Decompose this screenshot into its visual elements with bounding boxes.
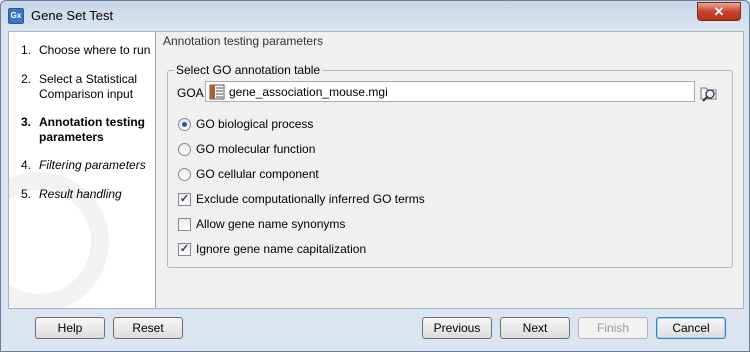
step-number: 4.: [21, 158, 32, 172]
step-1: 1. Choose where to run: [21, 43, 151, 58]
window-title: Gene Set Test: [31, 8, 114, 23]
next-button[interactable]: Next: [500, 317, 570, 339]
dialog-window: Gx Gene Set Test ✕ 1. Choose where to ru…: [0, 0, 750, 352]
step-number: 1.: [21, 43, 32, 57]
checkbox-label: Allow gene name synonyms: [196, 217, 346, 231]
radio-button[interactable]: [178, 142, 191, 156]
previous-button[interactable]: Previous: [422, 317, 492, 339]
annotation-table-icon: [209, 84, 225, 99]
radio-label: GO cellular component: [196, 167, 319, 181]
step-label: Choose where to run: [39, 43, 151, 57]
go-annotation-group: Select GO annotation table GOA gene_asso…: [167, 63, 733, 268]
checkbox[interactable]: [178, 217, 191, 231]
step-content: Annotation testing parameters Select GO …: [157, 32, 743, 308]
title-bar[interactable]: Gx Gene Set Test ✕: [1, 1, 749, 31]
radio-cellular-component[interactable]: GO cellular component: [178, 167, 319, 181]
step-label: Filtering parameters: [39, 158, 146, 172]
group-title: Select GO annotation table: [174, 63, 323, 77]
goa-label: GOA: [177, 86, 204, 100]
checkbox-label: Ignore gene name capitalization: [196, 242, 367, 256]
step-number: 2.: [21, 72, 32, 86]
step-4: 4. Filtering parameters: [21, 158, 151, 173]
radio-biological-process[interactable]: GO biological process: [178, 117, 313, 131]
checkbox-label: Exclude computationally inferred GO term…: [196, 192, 425, 206]
radio-button[interactable]: [178, 117, 191, 131]
step-3: 3. Annotation testing parameters: [21, 115, 151, 145]
checkbox[interactable]: ✓: [178, 242, 191, 256]
goa-file-field[interactable]: gene_association_mouse.mgi: [205, 81, 695, 102]
checkbox-allow-synonyms[interactable]: Allow gene name synonyms: [178, 217, 345, 231]
close-button[interactable]: ✕: [697, 2, 741, 21]
radio-button[interactable]: [178, 167, 191, 181]
checkbox-exclude-inferred[interactable]: ✓ Exclude computationally inferred GO te…: [178, 192, 425, 206]
dialog-body: 1. Choose where to run 2. Select a Stati…: [8, 31, 744, 309]
step-2: 2. Select a Statistical Comparison input: [21, 72, 151, 102]
step-number: 5.: [21, 187, 32, 201]
step-label: Result handling: [39, 187, 122, 201]
browse-folder-icon[interactable]: [699, 82, 719, 102]
help-button[interactable]: Help: [35, 317, 105, 339]
step-number: 3.: [21, 115, 32, 129]
step-label: Annotation testing parameters: [39, 115, 145, 144]
radio-label: GO molecular function: [196, 142, 316, 156]
section-title: Annotation testing parameters: [163, 34, 324, 48]
step-5: 5. Result handling: [21, 187, 151, 202]
radio-label: GO biological process: [196, 117, 314, 131]
wizard-steps-sidebar: 1. Choose where to run 2. Select a Stati…: [9, 32, 156, 308]
cancel-button[interactable]: Cancel: [656, 317, 726, 339]
goa-file-name: gene_association_mouse.mgi: [229, 84, 388, 99]
reset-button[interactable]: Reset: [113, 317, 183, 339]
finish-button[interactable]: Finish: [578, 317, 648, 339]
app-icon: Gx: [8, 8, 24, 24]
radio-molecular-function[interactable]: GO molecular function: [178, 142, 315, 156]
step-label: Select a Statistical Comparison input: [39, 72, 138, 101]
checkbox-ignore-capitalization[interactable]: ✓ Ignore gene name capitalization: [178, 242, 366, 256]
checkbox[interactable]: ✓: [178, 192, 191, 206]
